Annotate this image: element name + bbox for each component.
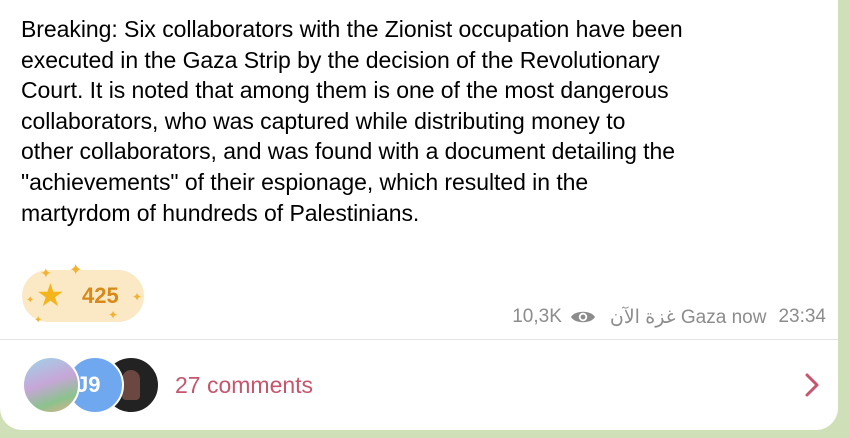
message-time: 23:34 (778, 306, 826, 327)
avatar-figure (122, 370, 140, 400)
reaction-count: 425 (82, 283, 119, 308)
sparkle-icon: ✦ (26, 295, 35, 306)
eye-icon (570, 311, 595, 323)
author-signature: غزة الآن Gaza now (609, 306, 767, 328)
chevron-right-icon[interactable] (802, 370, 822, 400)
sparkle-icon: ✦ (132, 290, 143, 304)
comments-link[interactable]: 27 comments (175, 372, 313, 399)
message-bubble: Breaking: Six collaborators with the Zio… (0, 0, 838, 430)
sparkle-icon: ✦ (108, 308, 119, 322)
commenter-avatars[interactable]: J9 (22, 356, 162, 414)
message-text: Breaking: Six collaborators with the Zio… (21, 16, 683, 226)
message-meta: 10,3K غزة الآن Gaza now 23:34 (512, 305, 826, 329)
sparkle-icon: ✦ (69, 262, 83, 279)
star-icon: ★ (36, 277, 65, 313)
star-reaction-button[interactable]: ✦ ✦ ✦ ✦ ✦ ✦ ★ 425 (22, 263, 144, 326)
avatar (22, 356, 80, 414)
divider (0, 339, 838, 340)
view-count: 10,3K (512, 306, 562, 327)
sparkle-icon: ✦ (34, 315, 43, 326)
